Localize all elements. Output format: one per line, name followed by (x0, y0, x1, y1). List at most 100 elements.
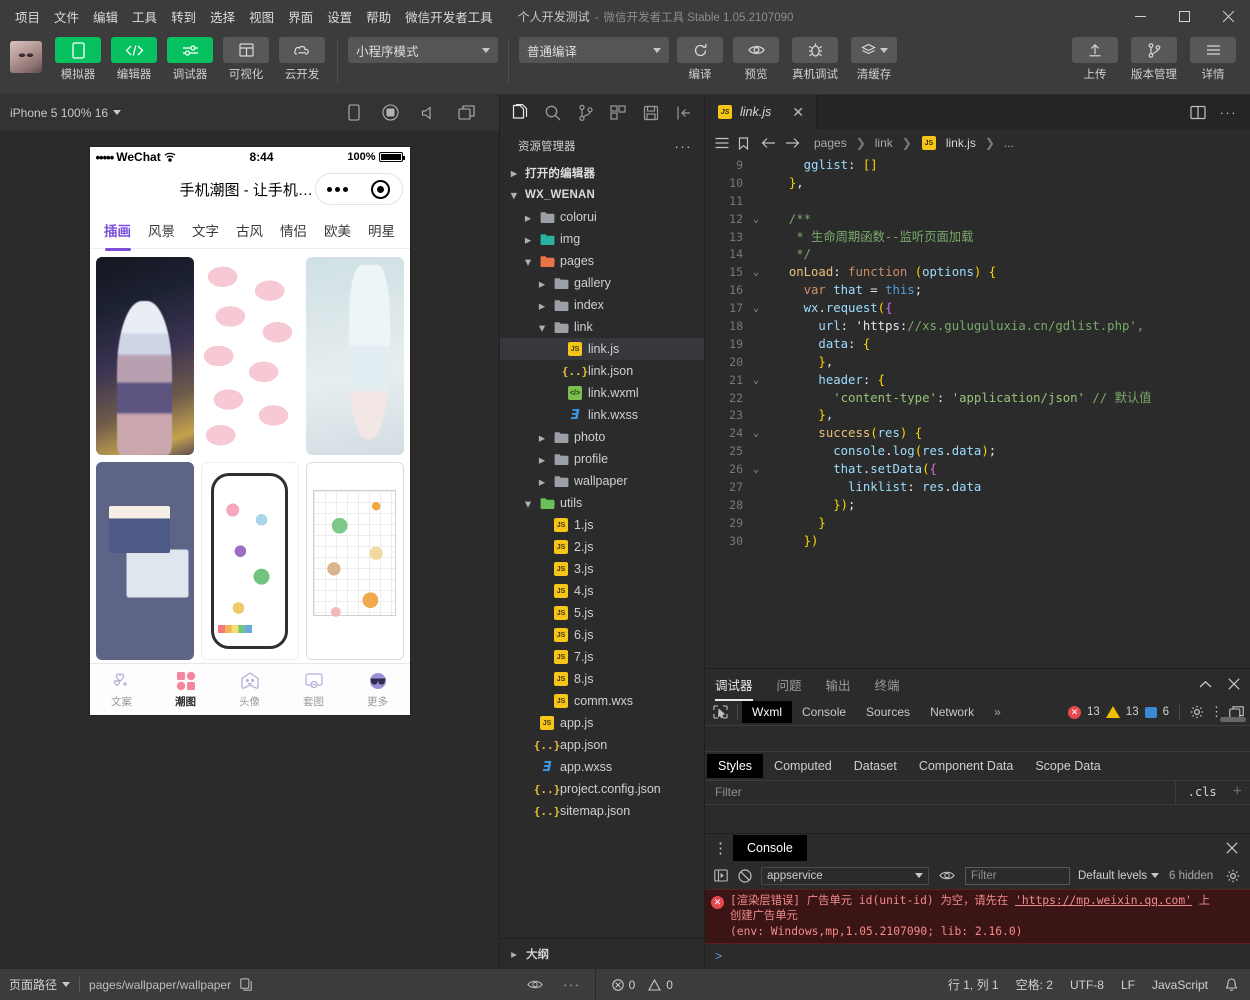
styles-tab-dataset[interactable]: Dataset (843, 754, 908, 778)
tree-section-project-root[interactable]: ▾ WX_WENAN (500, 184, 704, 206)
save-icon[interactable] (639, 101, 663, 125)
styles-tab-computed[interactable]: Computed (763, 754, 843, 778)
panel-tab-debugger[interactable]: 调试器 (715, 668, 753, 701)
source-control-icon[interactable] (574, 101, 598, 125)
menu-item-interface[interactable]: 界面 (281, 3, 320, 30)
visualize-toggle-button[interactable]: 可视化 (221, 37, 271, 82)
tree-folder-index[interactable]: ▸ index (500, 294, 704, 316)
fold-chevron-icon[interactable]: ⌄ (747, 461, 765, 479)
compile-button[interactable]: 编译 (675, 37, 725, 82)
styles-filter-input[interactable]: Filter (715, 785, 742, 799)
pastel-hand-card[interactable] (305, 257, 404, 455)
tabbar-item-chaotu[interactable]: 潮图 (154, 664, 218, 715)
extensions-icon[interactable] (606, 101, 630, 125)
tree-file-4-js[interactable]: ▸JS4.js (500, 580, 704, 602)
panel-tab-output[interactable]: 输出 (826, 668, 851, 701)
tab-scenery[interactable]: 风景 (140, 211, 184, 249)
fold-chevron-icon[interactable]: ⌄ (747, 264, 765, 282)
tree-folder-profile[interactable]: ▸ profile (500, 448, 704, 470)
tree-folder-wallpaper[interactable]: ▸ wallpaper (500, 470, 704, 492)
eol[interactable]: LF (1121, 978, 1135, 992)
tree-section-open-editors[interactable]: ▸ 打开的编辑器 (500, 162, 704, 184)
anime-girl-card[interactable] (95, 257, 194, 455)
breadcrumb-link[interactable]: link (875, 136, 893, 150)
devtools-overflow-icon[interactable]: » (984, 701, 1011, 723)
version-control-button[interactable]: 版本管理 (1126, 37, 1182, 82)
tree-file-sitemap-json[interactable]: ▸{..}sitemap.json (500, 800, 704, 822)
close-icon[interactable] (1206, 0, 1250, 32)
tree-folder-gallery[interactable]: ▸ gallery (500, 272, 704, 294)
tree-folder-link[interactable]: ▾ link (500, 316, 704, 338)
tree-file-link-json[interactable]: ▸{..}link.json (500, 360, 704, 382)
code-line[interactable]: 25 console.log(res.data); (705, 443, 1250, 461)
menu-item-devtools[interactable]: 微信开发者工具 (398, 3, 500, 30)
avatar[interactable] (10, 41, 42, 73)
code-line[interactable]: 29 } (705, 515, 1250, 533)
target-icon[interactable] (371, 179, 390, 199)
tree-file-project-config-json[interactable]: ▸{..}project.config.json (500, 778, 704, 800)
styles-tab-scope-data[interactable]: Scope Data (1024, 754, 1111, 778)
phone-preview[interactable]: ••••• WeChat 8:44 100% 手机潮图 - 让手机秀... 插画… (89, 147, 410, 715)
code-line[interactable]: 17 ⌄ wx.request({ (705, 300, 1250, 318)
menu-item-edit[interactable]: 编辑 (86, 3, 125, 30)
code-line[interactable]: 14 */ (705, 246, 1250, 264)
console-tab[interactable]: Console (733, 835, 807, 862)
console-prompt[interactable]: > (705, 944, 1250, 968)
code-line[interactable]: 23 }, (705, 407, 1250, 425)
details-button[interactable]: 详情 (1188, 37, 1238, 82)
devtools-tab-console[interactable]: Console (792, 701, 856, 723)
tree-folder-pages[interactable]: ▾ pages (500, 250, 704, 272)
menu-item-tools[interactable]: 工具 (125, 3, 164, 30)
eye-icon[interactable] (527, 979, 543, 990)
real-device-debug-button[interactable]: 真机调试 (787, 37, 843, 82)
tree-folder-utils[interactable]: ▾ utils (500, 492, 704, 514)
status-problems[interactable]: 0 0 (596, 978, 673, 992)
devtools-tab-sources[interactable]: Sources (856, 701, 920, 723)
device-selector[interactable]: iPhone 5 100% 16 (10, 106, 122, 120)
fold-chevron-icon[interactable]: ⌄ (747, 300, 765, 318)
photo-frames-card[interactable] (95, 462, 194, 660)
debugger-toggle-button[interactable]: 调试器 (165, 37, 215, 82)
chevron-up-icon[interactable] (1199, 680, 1212, 689)
tabbar-item-touxiang[interactable]: 头像 (218, 664, 282, 715)
code-line[interactable]: 27 linklist: res.data (705, 479, 1250, 497)
record-icon[interactable] (382, 104, 399, 121)
menu-item-select[interactable]: 选择 (203, 3, 242, 30)
tree-file-2-js[interactable]: ▸JS2.js (500, 536, 704, 558)
error-link[interactable]: ' (1015, 894, 1022, 907)
more-icon[interactable]: ··· (563, 977, 581, 992)
phone-rotate-icon[interactable] (348, 104, 360, 121)
tabbar-item-gengduo[interactable]: 更多 (346, 664, 410, 715)
tree-file-app-js[interactable]: ▸JSapp.js (500, 712, 704, 734)
code-line[interactable]: 13 * 生命周期函数--监听页面加载 (705, 229, 1250, 247)
doodle-stickers-card[interactable] (200, 462, 299, 660)
volume-icon[interactable] (421, 105, 436, 120)
tab-text[interactable]: 文字 (184, 211, 228, 249)
tree-file-7-js[interactable]: ▸JS7.js (500, 646, 704, 668)
tree-file-link-wxss[interactable]: ▸Ǝlink.wxss (500, 404, 704, 426)
simulator-toggle-button[interactable]: 模拟器 (53, 37, 103, 82)
back-arrow-icon[interactable] (761, 137, 776, 149)
cloud-toggle-button[interactable]: 云开发 (277, 37, 327, 82)
styles-tab-styles[interactable]: Styles (707, 753, 764, 778)
wechat-capsule[interactable] (314, 173, 403, 205)
tab-ancient[interactable]: 古风 (228, 211, 272, 249)
editor-toggle-button[interactable]: 编辑器 (109, 37, 159, 82)
tree-file-8-js[interactable]: ▸JS8.js (500, 668, 704, 690)
gear-icon[interactable] (1190, 705, 1204, 719)
upload-button[interactable]: 上传 (1070, 37, 1120, 82)
code-editor[interactable]: 9 gglist: [] 10 }, 11 12 ⌄ /** 13 * 生命周期函数--监… (705, 157, 1250, 668)
code-line[interactable]: 10 }, (705, 175, 1250, 193)
console-error-message[interactable]: ✕ [渲染层错误] 广告单元 id(unit-id) 为空，请先在 'https… (705, 888, 1250, 944)
close-icon[interactable]: ✕ (792, 104, 804, 121)
devtools-tab-network[interactable]: Network (920, 701, 984, 723)
copy-icon[interactable] (240, 978, 252, 991)
breadcrumb-file[interactable]: link.js (946, 136, 976, 150)
inspect-element-icon[interactable] (707, 701, 733, 723)
page-path-selector[interactable]: 页面路径 (9, 976, 71, 993)
code-line[interactable]: 24 ⌄ success(res) { (705, 425, 1250, 443)
code-line[interactable]: 28 }); (705, 497, 1250, 515)
gear-icon[interactable] (1226, 869, 1250, 883)
window-icon[interactable] (458, 105, 475, 120)
more-vertical-icon[interactable]: ⋮ (713, 839, 729, 857)
